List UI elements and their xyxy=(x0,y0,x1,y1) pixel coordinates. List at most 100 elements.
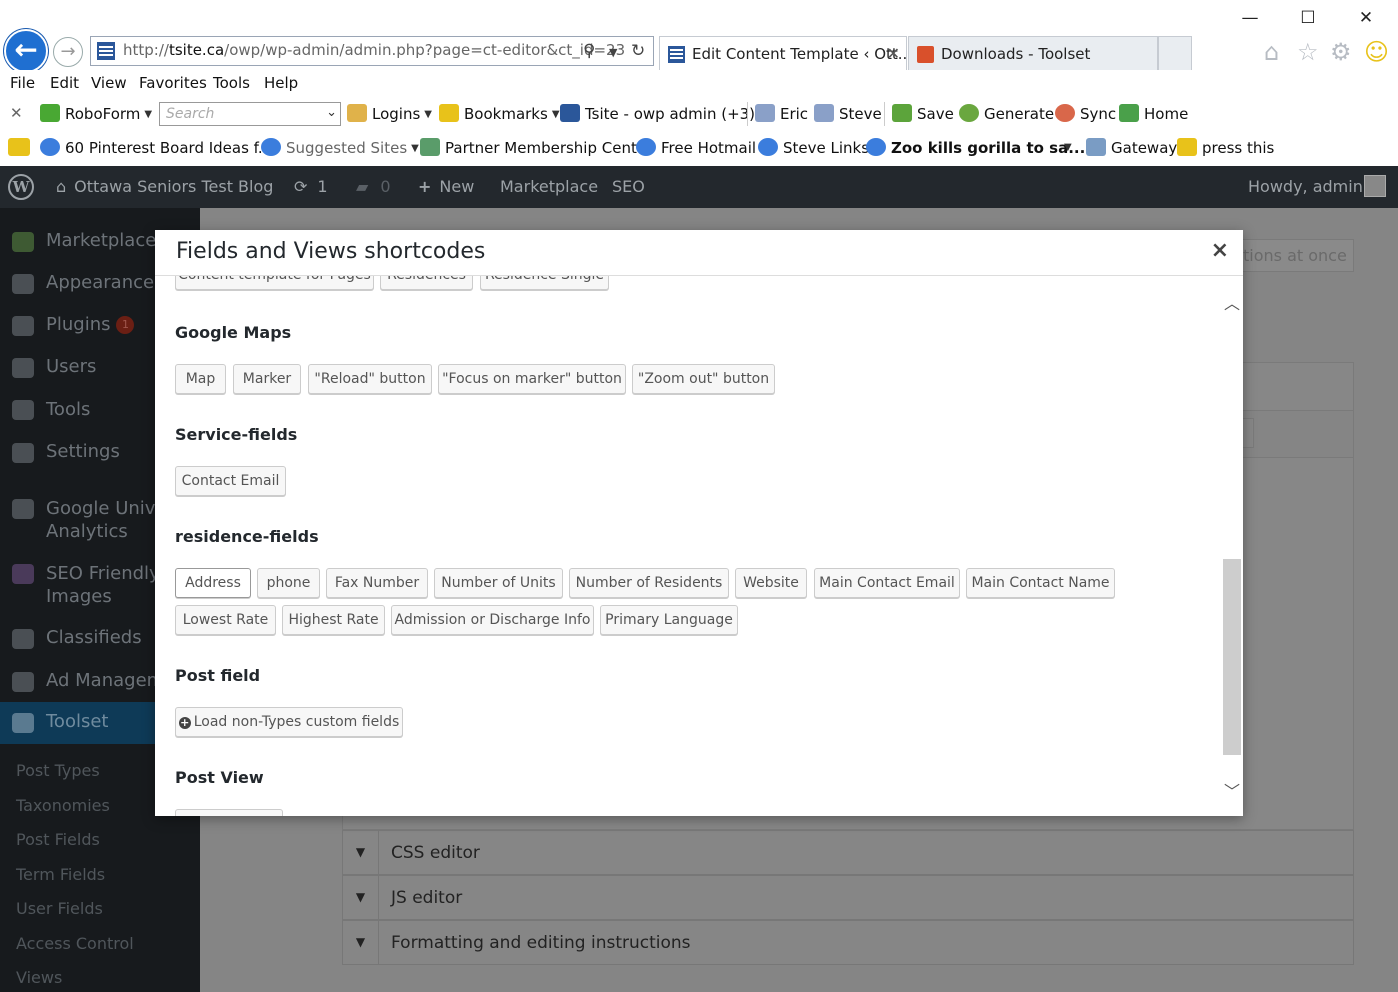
submenu-taxonomies[interactable]: Taxonomies xyxy=(16,796,110,815)
favorite-partner-membership[interactable]: Partner Membership Center xyxy=(420,138,652,157)
favorite-suggested-sites[interactable]: Suggested Sites ▼ xyxy=(261,138,419,157)
my-account-link[interactable]: Howdy, admin xyxy=(1248,177,1363,196)
wordpress-logo-icon[interactable]: W xyxy=(8,174,34,200)
sidebar-item-settings[interactable]: Settings xyxy=(46,441,120,462)
close-icon[interactable]: × xyxy=(1211,238,1229,263)
shortcode-button-address[interactable]: Address xyxy=(175,568,251,598)
sidebar-item-seo-friendly-images[interactable]: SEO Friendly Images xyxy=(46,562,160,608)
site-name-link[interactable]: ⌂ Ottawa Seniors Test Blog xyxy=(56,177,273,196)
shortcode-button-main-contact-name[interactable]: Main Contact Name xyxy=(966,568,1115,598)
dialog-scrollbar[interactable]: ︿ ﹀ xyxy=(1221,276,1243,816)
favorite-steve-links[interactable]: Steve Links xyxy=(758,138,869,157)
favorite-press-this[interactable]: press this xyxy=(1177,138,1274,157)
seo-link[interactable]: SEO xyxy=(612,177,645,196)
shortcode-button[interactable] xyxy=(175,809,283,816)
shortcode-button-contact-email[interactable]: Contact Email xyxy=(175,466,286,496)
submenu-post-types[interactable]: Post Types xyxy=(16,761,100,780)
search-icon[interactable]: ⚲ xyxy=(583,41,595,61)
menu-favorites[interactable]: Favorites xyxy=(139,74,207,92)
menu-edit[interactable]: Edit xyxy=(50,74,79,92)
minimize-button[interactable]: — xyxy=(1240,8,1260,28)
shortcode-button-lowest-rate[interactable]: Lowest Rate xyxy=(175,605,276,635)
sidebar-item-users[interactable]: Users xyxy=(46,356,96,377)
shortcode-button-website[interactable]: Website xyxy=(735,568,807,598)
shortcode-button-number-of-units[interactable]: Number of Units xyxy=(434,568,563,598)
shortcode-button-admission-info[interactable]: Admission or Discharge Info xyxy=(391,605,594,635)
submenu-access-control[interactable]: Access Control xyxy=(16,934,134,953)
home-button[interactable]: Home xyxy=(1119,104,1188,123)
shortcode-button-primary-language[interactable]: Primary Language xyxy=(600,605,738,635)
sidebar-item-ad-management[interactable]: Ad Managem xyxy=(46,670,164,691)
load-non-types-fields-button[interactable]: + Load non-Types custom fields xyxy=(175,707,403,737)
menu-view[interactable]: View xyxy=(91,74,127,92)
address-url[interactable]: http://tsite.ca/owp/wp-admin/admin.php?p… xyxy=(123,41,625,59)
shortcode-button[interactable]: Residences xyxy=(380,276,473,290)
home-icon[interactable]: ⌂ xyxy=(1264,38,1279,66)
refresh-icon[interactable]: ↻ xyxy=(631,41,645,61)
shortcode-button[interactable]: Content template for Pages xyxy=(175,276,374,290)
address-bar[interactable]: http://tsite.ca/owp/wp-admin/admin.php?p… xyxy=(90,36,654,66)
back-button[interactable]: ← xyxy=(4,29,48,73)
roboform-search-input[interactable]: Search ⌄ xyxy=(159,102,341,126)
marketplace-link[interactable]: Marketplace xyxy=(500,177,598,196)
chevron-down-icon[interactable]: ﹀ xyxy=(1224,778,1240,802)
favorite-gateway[interactable]: Gateway xyxy=(1086,138,1177,157)
sidebar-item-classifieds[interactable]: Classifieds xyxy=(46,627,142,648)
close-toolbar-icon[interactable]: ✕ xyxy=(10,104,23,122)
shortcode-button-main-contact-email[interactable]: Main Contact Email xyxy=(814,568,960,598)
dropdown-arrow-icon[interactable]: ▼ xyxy=(609,46,617,59)
close-window-button[interactable]: ✕ xyxy=(1356,8,1376,28)
favorite-pinterest[interactable]: 60 Pinterest Board Ideas f... xyxy=(40,138,272,157)
favorite-zoo-gorilla[interactable]: Zoo kills gorilla to sa... xyxy=(866,138,1085,157)
smiley-feedback-icon[interactable]: ☺ xyxy=(1364,38,1389,66)
save-button[interactable]: Save xyxy=(892,104,954,123)
sidebar-item-plugins[interactable]: Plugins 1 xyxy=(46,314,135,335)
add-favorite-button[interactable] xyxy=(8,138,35,157)
maximize-button[interactable]: ☐ xyxy=(1298,8,1318,28)
tsite-button[interactable]: Tsite - owp admin (+3) xyxy=(560,104,755,123)
comments-link[interactable]: ▰ 0 xyxy=(356,177,391,196)
submenu-term-fields[interactable]: Term Fields xyxy=(16,865,105,884)
sidebar-item-google-analytics[interactable]: Google Unive Analytics xyxy=(46,497,167,543)
submenu-views[interactable]: Views xyxy=(16,968,62,987)
sidebar-item-appearance[interactable]: Appearance xyxy=(46,272,154,293)
generate-button[interactable]: Generate xyxy=(959,104,1054,123)
chevron-down-icon[interactable]: ⌄ xyxy=(326,105,337,120)
close-tab-icon[interactable]: ✕ xyxy=(887,44,900,63)
shortcode-button-marker[interactable]: Marker xyxy=(233,364,301,394)
shortcode-button-reload[interactable]: "Reload" button xyxy=(308,364,432,394)
menu-tools[interactable]: Tools xyxy=(213,74,250,92)
favorites-star-icon[interactable]: ☆ xyxy=(1297,38,1319,66)
logins-button[interactable]: Logins ▼ xyxy=(347,104,432,123)
avatar[interactable] xyxy=(1364,175,1386,197)
shortcode-button-focus-marker[interactable]: "Focus on marker" button xyxy=(438,364,626,394)
shortcode-button-zoom-out[interactable]: "Zoom out" button xyxy=(632,364,775,394)
eric-button[interactable]: Eric xyxy=(755,104,808,123)
steve-button[interactable]: Steve xyxy=(814,104,882,123)
chevron-up-icon[interactable]: ︿ xyxy=(1224,290,1240,314)
bookmarks-button[interactable]: Bookmarks ▼ xyxy=(439,104,560,123)
forward-button[interactable]: → xyxy=(53,37,83,67)
updates-link[interactable]: ⟳ 1 xyxy=(294,177,328,196)
shortcode-button-phone[interactable]: phone xyxy=(257,568,320,598)
new-content-link[interactable]: + New xyxy=(418,177,474,196)
menu-file[interactable]: File xyxy=(10,74,35,92)
shortcode-button-fax-number[interactable]: Fax Number xyxy=(326,568,428,598)
submenu-user-fields[interactable]: User Fields xyxy=(16,899,103,918)
shortcode-button-number-of-residents[interactable]: Number of Residents xyxy=(569,568,729,598)
sidebar-item-tools[interactable]: Tools xyxy=(46,399,90,420)
tab-edit-content-template[interactable]: Edit Content Template ‹ Ott... ✕ xyxy=(659,36,907,70)
menu-help[interactable]: Help xyxy=(264,74,298,92)
favorite-free-hotmail[interactable]: Free Hotmail xyxy=(636,138,756,157)
favorites-overflow-button[interactable]: ▼ xyxy=(1060,138,1072,156)
shortcode-button-map[interactable]: Map xyxy=(175,364,226,394)
gear-icon[interactable]: ⚙ xyxy=(1330,38,1352,66)
tab-downloads-toolset[interactable]: Downloads - Toolset xyxy=(908,36,1158,70)
submenu-post-fields[interactable]: Post Fields xyxy=(16,830,100,849)
new-tab-button[interactable] xyxy=(1158,36,1192,70)
sidebar-item-marketplace[interactable]: Marketplace xyxy=(46,230,156,251)
shortcode-button-highest-rate[interactable]: Highest Rate xyxy=(282,605,385,635)
scrollbar-thumb[interactable] xyxy=(1223,559,1241,755)
shortcode-button[interactable]: Residence Single xyxy=(480,276,609,290)
sync-button[interactable]: Sync xyxy=(1055,104,1116,123)
